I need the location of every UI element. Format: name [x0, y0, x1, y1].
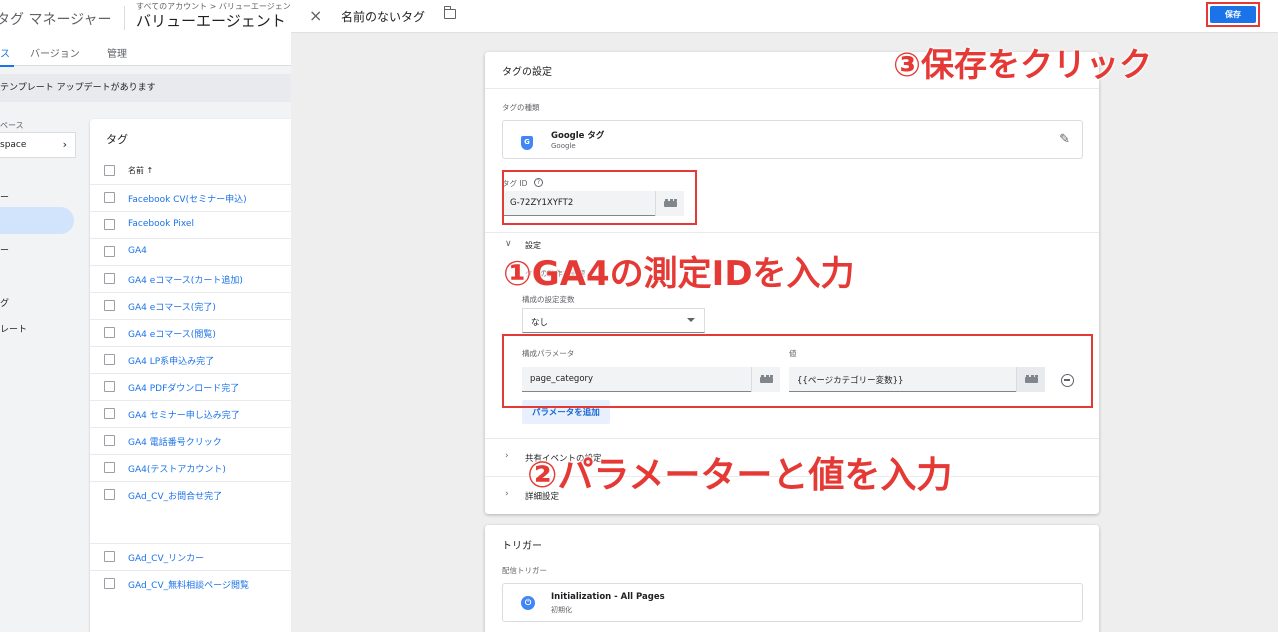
save-button[interactable]: 保存: [1210, 6, 1256, 23]
help-icon[interactable]: ?: [534, 178, 543, 187]
name-column-header[interactable]: 名前 ↑: [128, 165, 153, 176]
add-parameter-button[interactable]: パラメータを追加: [522, 400, 610, 424]
tag-name-link[interactable]: GA4: [128, 246, 147, 256]
tag-name-title[interactable]: 名前のないタグ: [341, 8, 425, 25]
variable-picker-icon[interactable]: [1016, 367, 1045, 392]
tag-config-title: タグの設定: [502, 67, 552, 78]
row-checkbox[interactable]: [104, 578, 115, 589]
row-checkbox[interactable]: [104, 354, 115, 365]
row-checkbox[interactable]: [104, 300, 115, 311]
divider: [485, 88, 1099, 89]
chevron-right-icon: ›: [62, 138, 67, 151]
tag-type-selector[interactable]: G Google タグ Google ✎: [502, 120, 1083, 159]
tag-name-link[interactable]: GA4 eコマース(完了): [128, 300, 216, 313]
config-variable-value: なし: [531, 318, 549, 328]
row-checkbox[interactable]: [104, 462, 115, 473]
tab-admin[interactable]: 管理: [107, 45, 127, 60]
tag-name-link[interactable]: Facebook Pixel: [128, 219, 194, 229]
row-checkbox[interactable]: [104, 192, 115, 203]
folder-icon[interactable]: [444, 6, 456, 19]
tag-id-input[interactable]: G-72ZY1XYFT2: [502, 191, 655, 216]
tag-type-name: Google タグ: [551, 131, 605, 141]
param-column-label: 構成パラメータ: [522, 349, 575, 358]
power-icon: ⏻: [521, 596, 535, 610]
close-icon[interactable]: ×: [309, 6, 322, 25]
tag-name-link[interactable]: GA4 セミナー申し込み完了: [128, 408, 240, 421]
row-checkbox[interactable]: [104, 246, 115, 257]
sidebar-item[interactable]: ー: [0, 243, 9, 256]
tag-name-link[interactable]: GA4 eコマース(閲覧): [128, 327, 216, 340]
tag-type-vendor: Google: [551, 142, 576, 150]
trigger-card: トリガー 配信トリガー ⏻ Initialization - All Pages…: [485, 525, 1099, 632]
tag-name-link[interactable]: GAd_CV_無料相談ページ閲覧: [128, 578, 249, 591]
row-checkbox[interactable]: [104, 408, 115, 419]
config-variable-select[interactable]: なし: [522, 308, 705, 333]
remove-row-icon[interactable]: [1061, 374, 1074, 387]
save-highlight-box: 保存: [1206, 2, 1260, 27]
divider: [124, 6, 125, 30]
divider: [485, 438, 1099, 439]
dropdown-arrow-icon: [687, 318, 695, 322]
row-checkbox[interactable]: [104, 273, 115, 284]
annotation-step2: ②パラメーターと値を入力: [527, 455, 953, 496]
tag-name-link[interactable]: GA4(テストアカウント): [128, 462, 226, 475]
row-checkbox[interactable]: [104, 381, 115, 392]
param-name-input[interactable]: page_category: [522, 367, 751, 392]
row-checkbox[interactable]: [104, 489, 115, 500]
tab-workspace[interactable]: ス: [0, 45, 14, 67]
google-tag-icon: G: [521, 136, 533, 150]
workspace-value: space: [0, 140, 27, 150]
tag-name-link[interactable]: GAd_CV_リンカー: [128, 551, 204, 564]
config-variable-label: 構成の設定変数: [522, 295, 575, 304]
annotation-step3: ③保存をクリック: [893, 45, 1152, 84]
tag-editor-dialog: × 名前のないタグ 保存 ⋮ タグの設定 タグの種類 G Google タグ G…: [291, 0, 1278, 632]
workspace-label: ペース: [0, 121, 24, 130]
sidebar-item[interactable]: ー: [0, 190, 9, 203]
trigger-item[interactable]: ⏻ Initialization - All Pages 初期化: [502, 583, 1083, 622]
sidebar-item[interactable]: グ: [0, 296, 9, 309]
app-title: タグ マネージャー: [0, 12, 112, 28]
row-checkbox[interactable]: [104, 327, 115, 338]
row-checkbox[interactable]: [104, 435, 115, 446]
pencil-icon[interactable]: ✎: [1059, 132, 1070, 147]
tag-type-label: タグの種類: [502, 103, 540, 112]
container-name[interactable]: バリューエージェント: [136, 10, 286, 31]
chevron-right-icon: ›: [505, 451, 509, 461]
annotation-step1: ①GA4の測定IDを入力: [503, 254, 855, 294]
trigger-title: トリガー: [502, 541, 542, 552]
workspace-select[interactable]: space ›: [0, 132, 76, 158]
more-vert-icon[interactable]: ⋮: [1273, 5, 1278, 19]
trigger-sub: 初期化: [551, 606, 572, 614]
row-checkbox[interactable]: [104, 551, 115, 562]
select-all-checkbox[interactable]: [104, 165, 115, 176]
row-checkbox[interactable]: [104, 219, 115, 230]
tags-title: タグ: [106, 133, 128, 146]
tag-name-link[interactable]: GAd_CV_お問合せ完了: [128, 489, 222, 502]
variable-picker-icon[interactable]: [751, 367, 780, 392]
tab-versions[interactable]: バージョン: [30, 45, 80, 60]
tag-name-link[interactable]: GA4 eコマース(カート追加): [128, 273, 243, 286]
value-column-label: 値: [789, 349, 797, 358]
variable-picker-icon[interactable]: [655, 191, 684, 216]
param-value-input[interactable]: {{ページカテゴリー変数}}: [789, 367, 1016, 392]
tag-name-link[interactable]: Facebook CV(セミナー申込): [128, 192, 247, 205]
sidebar-item-templates[interactable]: レート: [0, 322, 27, 335]
sidebar-active-highlight: [0, 207, 74, 234]
dialog-header: × 名前のないタグ 保存 ⋮: [291, 0, 1278, 33]
trigger-name: Initialization - All Pages: [551, 592, 665, 602]
firing-trigger-label: 配信トリガー: [502, 566, 547, 575]
divider: [485, 232, 1099, 233]
tag-name-link[interactable]: GA4 LP系申込み完了: [128, 354, 214, 367]
tag-id-label: タグ ID: [502, 179, 528, 188]
tag-name-link[interactable]: GA4 電話番号クリック: [128, 435, 222, 448]
chevron-right-icon: ›: [505, 489, 509, 499]
tag-name-link[interactable]: GA4 PDFダウンロード完了: [128, 381, 239, 394]
